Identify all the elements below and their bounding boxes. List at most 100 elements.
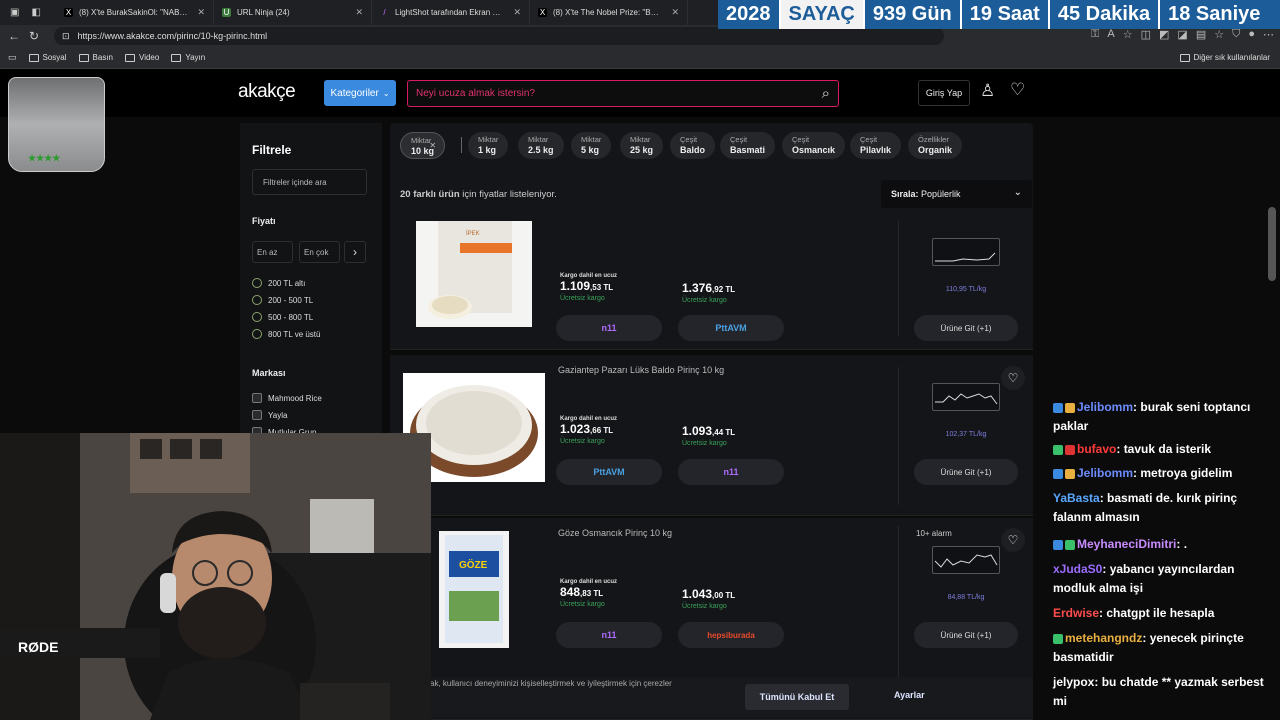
filter-search-input[interactable]: Filtreler içinde ara — [252, 169, 367, 195]
login-button[interactable]: Giriş Yap — [918, 80, 970, 106]
product-card[interactable]: Gaziantep Pazarı Lüks Baldo Pirinç 10 kg… — [390, 355, 1033, 516]
close-tab-icon[interactable]: ✕ — [197, 7, 205, 18]
cookie-settings-button[interactable]: Ayarlar — [894, 690, 925, 700]
close-tab-icon[interactable]: ✕ — [513, 7, 521, 18]
extension-icon[interactable]: ▤ — [1196, 28, 1206, 41]
max-price-input[interactable]: En çok — [299, 241, 340, 263]
favorites-icon[interactable]: ☆ — [1214, 28, 1224, 41]
bookmark-yayin[interactable]: Yayın — [171, 53, 205, 62]
chat-username[interactable]: jelypox — [1053, 675, 1094, 689]
url-text: https://www.akakce.com/pirinc/10-kg-piri… — [77, 31, 268, 41]
chat-username[interactable]: Jelibomm — [1077, 400, 1133, 414]
url-field[interactable]: ⊡ https://www.akakce.com/pirinc/10-kg-pi… — [54, 27, 944, 45]
shield-icon[interactable]: ⛉ — [1232, 28, 1240, 41]
price-history-chart[interactable] — [932, 546, 1000, 574]
categories-button[interactable]: Kategoriler ⌄ — [324, 80, 396, 106]
chat-username[interactable]: YaBasta — [1053, 491, 1100, 505]
chip-filter[interactable]: Çeşit Osmancık — [782, 132, 846, 159]
price-range-option[interactable]: 200 TL altı — [252, 278, 305, 288]
bookmark-label: Basın — [92, 53, 113, 62]
key-icon[interactable]: ⚿ — [1091, 28, 1099, 41]
chat-username[interactable]: Jelibomm — [1077, 466, 1133, 480]
go-to-product-button[interactable]: Ürüne Git (+1) — [914, 459, 1018, 485]
site-logo[interactable]: akakçe — [238, 81, 296, 103]
read-aloud-icon[interactable]: A — [1107, 28, 1114, 41]
chip-filter[interactable]: Çeşit Baldo — [670, 132, 716, 159]
price-range-option[interactable]: 500 - 800 TL — [252, 312, 313, 322]
chip-filter[interactable]: Çeşit Pilavlık — [850, 132, 902, 159]
extension-icon[interactable]: ◫ — [1141, 28, 1151, 41]
price-history-chart[interactable] — [932, 238, 1000, 266]
browser-tab[interactable]: X (8) X'te The Nobel Prize: "BREAKIN ✕ — [530, 0, 688, 25]
product-card[interactable]: İPEK Kargo dahil en ucuz 1.109,53 TL Ücret… — [390, 221, 1033, 350]
shop-button[interactable]: PttAVM — [556, 459, 662, 485]
shop-button[interactable]: hepsiburada — [678, 622, 784, 648]
product-image[interactable]: İPEK — [416, 221, 532, 327]
price-decimal: ,92 TL — [712, 285, 736, 294]
reload-icon[interactable]: ↻ — [24, 29, 44, 43]
bookmark-video[interactable]: Video — [125, 53, 159, 62]
bookmark-basin[interactable]: Basın — [78, 53, 113, 62]
menu-icon[interactable]: ⋯ — [1263, 28, 1274, 41]
shop-button[interactable]: n11 — [678, 459, 784, 485]
other-favorites[interactable]: Diğer sık kullanılanlar — [1179, 53, 1270, 62]
close-tab-icon[interactable]: ✕ — [355, 7, 363, 18]
brand-option[interactable]: Yayla — [252, 410, 287, 420]
chat-username[interactable]: Erdwise — [1053, 606, 1099, 620]
counter-label: SAYAÇ — [780, 0, 865, 29]
chat-username[interactable]: metehangndz — [1065, 631, 1142, 645]
star-icon[interactable]: ☆ — [1123, 28, 1133, 41]
folder-icon — [1179, 53, 1190, 62]
brand-option[interactable]: Mahmood Rice — [252, 393, 322, 403]
back-icon[interactable]: ← — [4, 29, 24, 43]
product-name[interactable]: Göze Osmancık Pirinç 10 kg — [558, 528, 672, 538]
chat-username[interactable]: xJudaS0 — [1053, 562, 1102, 576]
chip-filter[interactable]: Özellikler Organik — [908, 132, 963, 159]
page-scrollbar[interactable] — [1268, 207, 1276, 281]
chip-filter[interactable]: Miktar 25 kg — [620, 132, 664, 159]
chip-filter[interactable]: Miktar 2.5 kg — [518, 132, 564, 159]
search-input[interactable]: Neyi ucuza almak istersin? ⌕ — [407, 80, 839, 107]
chip-filter[interactable]: Miktar 1 kg — [468, 132, 509, 159]
tab-title: LightShot tarafından Ekran Görüntü — [395, 8, 505, 17]
chip-filter[interactable]: Çeşit Basmati — [720, 132, 776, 159]
bookmark-icon[interactable]: ▭ — [8, 52, 17, 63]
price-history-chart[interactable] — [932, 383, 1000, 411]
chat-username[interactable]: bufavo — [1077, 442, 1116, 456]
favorite-heart-icon[interactable]: ♡ — [1001, 366, 1025, 390]
bookmark-sosyal[interactable]: Sosyal — [28, 53, 67, 62]
go-to-product-button[interactable]: Ürüne Git (+1) — [914, 622, 1018, 648]
price-range-option[interactable]: 800 TL ve üstü — [252, 329, 320, 339]
browser-tab[interactable]: X (8) X'te BurakSakinOl: "NABER LAN" ✕ — [56, 0, 214, 25]
streamer-webcam: RØDE — [0, 433, 431, 720]
close-icon[interactable]: ✕ — [429, 141, 436, 151]
min-price-input[interactable]: En az — [252, 241, 293, 263]
heart-icon[interactable]: ♡ — [1010, 80, 1025, 100]
go-to-product-button[interactable]: Ürüne Git (+1) — [914, 315, 1018, 341]
avatar[interactable]: ● — [1248, 28, 1255, 41]
chat-message: Erdwise: chatgpt ile hesapla — [1053, 606, 1215, 620]
shop-button[interactable]: n11 — [556, 622, 662, 648]
favorite-heart-icon[interactable]: ♡ — [1001, 528, 1025, 552]
product-image[interactable]: GÖZE — [439, 531, 509, 648]
site-info-icon[interactable]: ⊡ — [62, 31, 70, 42]
tab-actions-icon[interactable]: ◧ — [31, 7, 40, 18]
accept-all-cookies-button[interactable]: Tümünü Kabul Et — [745, 684, 849, 710]
browser-tab[interactable]: / LightShot tarafından Ekran Görüntü ✕ — [372, 0, 530, 25]
extension-icon[interactable]: ◪ — [1177, 28, 1187, 41]
chip-miktar-10kg[interactable]: Miktar 10 kg ✕ — [400, 132, 446, 159]
sort-dropdown[interactable]: Sırala: Popülerlik ⌄ — [881, 180, 1032, 208]
close-tab-icon[interactable]: ✕ — [671, 7, 679, 18]
search-icon[interactable]: ⌕ — [822, 85, 830, 102]
chip-filter[interactable]: Miktar 5 kg — [571, 132, 612, 159]
shop-button[interactable]: PttAVM — [678, 315, 784, 341]
shop-button[interactable]: n11 — [556, 315, 662, 341]
apply-price-button[interactable]: › — [344, 241, 366, 263]
workspaces-icon[interactable]: ▣ — [10, 7, 19, 18]
extension-icon[interactable]: ◩ — [1159, 28, 1169, 41]
browser-tab[interactable]: U URL Ninja (24) ✕ — [214, 0, 372, 25]
user-icon[interactable]: ♙ — [980, 81, 995, 101]
price-range-option[interactable]: 200 - 500 TL — [252, 295, 313, 305]
product-name[interactable]: Gaziantep Pazarı Lüks Baldo Pirinç 10 kg — [558, 365, 724, 375]
chat-username[interactable]: MeyhaneciDimitri — [1077, 537, 1176, 551]
